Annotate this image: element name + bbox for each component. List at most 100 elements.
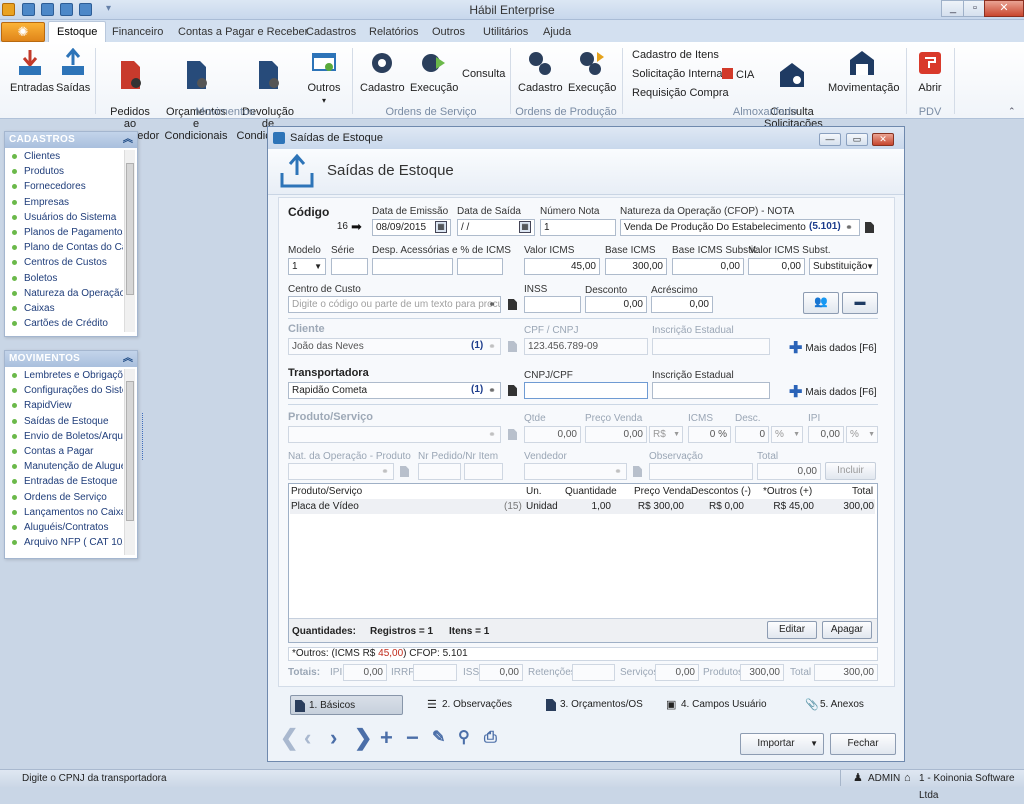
sidebar-item[interactable]: Caixas xyxy=(5,301,123,316)
mais-dados-transp-button[interactable]: ✚ Mais dados [F6] xyxy=(789,382,877,402)
acrescimo-field[interactable]: 0,00 xyxy=(651,296,713,313)
apagar-button[interactable]: Apagar xyxy=(822,621,872,639)
col-header-total[interactable]: Total xyxy=(852,484,873,499)
cia-button[interactable]: CIA xyxy=(722,68,754,81)
nr-item-field[interactable] xyxy=(464,463,503,480)
importar-button[interactable]: Importar ▼ xyxy=(740,733,824,755)
produto-field[interactable] xyxy=(288,426,501,443)
tab-ajuda[interactable]: Ajuda xyxy=(543,24,571,42)
sidebar-item[interactable]: Empresas xyxy=(5,195,123,210)
incluir-button[interactable]: Incluir xyxy=(825,462,876,480)
add-record-icon[interactable]: + xyxy=(380,727,393,749)
fechar-button[interactable]: Fechar xyxy=(830,733,896,755)
sidebar-item[interactable]: Contas a Pagar xyxy=(5,444,123,459)
transportadora-field[interactable]: Rapidão Cometa xyxy=(288,382,501,399)
sidebar-item[interactable]: Arquivo NFP ( CAT 102... xyxy=(5,535,123,550)
saidas-button[interactable]: Saídas xyxy=(56,46,90,94)
minimize-button[interactable]: _ xyxy=(941,0,965,17)
binoculars-icon[interactable]: ⚭ xyxy=(485,298,499,310)
requisicao-compra-button[interactable]: Requisição Compra xyxy=(632,87,729,99)
op-cadastro-button[interactable]: Cadastro xyxy=(518,46,563,94)
entradas-button[interactable]: Entradas xyxy=(10,46,54,94)
document-icon[interactable] xyxy=(508,341,517,352)
tab-contas[interactable]: Contas a Pagar e Receber xyxy=(178,24,308,42)
cnpj-cpf-field[interactable] xyxy=(524,382,648,399)
document-icon[interactable] xyxy=(508,299,517,310)
os-cadastro-button[interactable]: Cadastro xyxy=(360,46,405,94)
scrollbar[interactable] xyxy=(124,150,135,332)
col-header-outros[interactable]: *Outros (+) xyxy=(763,484,812,499)
sidebar-item[interactable]: Saídas de Estoque xyxy=(5,414,123,429)
total-field[interactable]: 0,00 xyxy=(757,463,821,480)
cliente-field[interactable]: João das Neves xyxy=(288,338,501,355)
document-icon[interactable] xyxy=(508,429,517,440)
binoculars-icon[interactable]: ⚭ xyxy=(378,465,392,477)
qtde-field[interactable]: 0,00 xyxy=(524,426,581,443)
sidebar-item[interactable]: Entradas de Estoque xyxy=(5,474,123,489)
cpf-cnpj-field[interactable]: 123.456.789-09 xyxy=(524,338,648,355)
document-icon[interactable] xyxy=(865,222,874,233)
sidebar-item[interactable]: Cartões de Crédito xyxy=(5,316,123,331)
valor-icms-subst-field[interactable]: 0,00 xyxy=(748,258,805,275)
scrollbar[interactable] xyxy=(124,369,135,555)
collapse-ribbon-icon[interactable]: ⌃ xyxy=(1008,106,1016,117)
arrow-right-icon[interactable]: ➡ xyxy=(351,220,362,234)
tab-anexos[interactable]: 📎 5. Anexos xyxy=(802,695,882,715)
sidebar-item[interactable]: Fornecedores xyxy=(5,179,123,194)
tab-campos-usuario[interactable]: ▣ 4. Campos Usuário xyxy=(663,695,775,715)
tab-observacoes[interactable]: ☰ 2. Observações xyxy=(424,695,524,715)
os-execucao-button[interactable]: Execução xyxy=(410,46,458,94)
pedidos-button[interactable]: Pedidos ao Fornecedor xyxy=(103,46,159,142)
ipi-type-select[interactable]: % ▼ xyxy=(846,426,878,443)
desc-field[interactable]: 0 xyxy=(735,426,769,443)
sidebar-item[interactable]: Configurações do Siste... xyxy=(5,383,123,398)
desp-field[interactable] xyxy=(372,258,453,275)
app-menu-button[interactable]: ✺ xyxy=(1,22,45,42)
modelo-select[interactable]: 1 ▼ xyxy=(288,258,326,275)
preco-venda-field[interactable]: 0,00 xyxy=(585,426,647,443)
binoculars-icon[interactable]: ⚭ xyxy=(485,340,499,352)
close-button[interactable]: ✕ xyxy=(984,0,1024,17)
col-header-quantidade[interactable]: Quantidade xyxy=(565,484,617,499)
remove-record-icon[interactable]: − xyxy=(406,727,419,749)
col-header-produto[interactable]: Produto/Serviço xyxy=(291,484,362,499)
tab-relatorios[interactable]: Relatórios xyxy=(369,24,419,42)
binoculars-icon[interactable]: ⚭ xyxy=(842,221,856,233)
tab-orcamentos[interactable]: 3. Orçamentos/OS xyxy=(542,695,654,715)
previous-record-icon[interactable]: ‹ xyxy=(304,727,311,749)
icms-field[interactable]: 0 % xyxy=(688,426,731,443)
calendar-icon[interactable]: ▦ xyxy=(435,221,447,233)
sidebar-item[interactable]: Aluguéis/Contratos xyxy=(5,520,123,535)
sidebar-item[interactable]: Centros de Custos xyxy=(5,255,123,270)
dialog-minimize-button[interactable]: — xyxy=(819,133,841,146)
document-icon[interactable] xyxy=(400,466,409,477)
tab-estoque[interactable]: Estoque xyxy=(48,21,107,43)
sidebar-item[interactable]: Plano de Contas do Ca... xyxy=(5,240,123,255)
op-execucao-button[interactable]: Execução xyxy=(568,46,616,94)
moeda-select[interactable]: R$ ▼ xyxy=(649,426,683,443)
search-icon[interactable]: ⚲ xyxy=(458,727,470,749)
last-record-icon[interactable]: ❯ xyxy=(354,727,372,749)
binoculars-icon[interactable]: ⚭ xyxy=(485,428,499,440)
first-record-icon[interactable]: ❮ xyxy=(280,727,298,749)
tab-basicos[interactable]: 1. Básicos xyxy=(290,695,403,715)
splitter-handle[interactable] xyxy=(142,413,147,460)
sidebar-item[interactable]: Usuários do Sistema xyxy=(5,210,123,225)
tab-cadastros[interactable]: Cadastros xyxy=(306,24,356,42)
solicitacao-interna-button[interactable]: Solicitação Interna xyxy=(632,68,723,80)
desc-type-select[interactable]: % ▼ xyxy=(771,426,803,443)
centro-custo-field[interactable]: Digite o código ou parte de um texto par… xyxy=(288,296,501,313)
outros-button[interactable]: Outros ▾ xyxy=(305,46,343,107)
movimentacao-button[interactable]: Movimentação xyxy=(828,46,900,94)
base-icms-subst-field[interactable]: 0,00 xyxy=(672,258,744,275)
movimentos-panel-header[interactable]: MOVIMENTOS ︽ xyxy=(5,351,137,367)
dialog-close-button[interactable]: ✕ xyxy=(872,133,894,146)
cadastros-panel-header[interactable]: CADASTROS ︽ xyxy=(5,132,137,148)
col-header-un[interactable]: Un. xyxy=(526,484,542,499)
tab-utilitarios[interactable]: Utilitários xyxy=(483,24,528,42)
calendar-icon[interactable]: ▦ xyxy=(519,221,531,233)
valor-icms-field[interactable]: 45,00 xyxy=(524,258,600,275)
orcamentos-button[interactable]: Orçamentos e Condicionais xyxy=(163,46,229,142)
col-header-preco[interactable]: Preço Venda xyxy=(634,484,691,499)
sidebar-item[interactable]: Produtos xyxy=(5,164,123,179)
